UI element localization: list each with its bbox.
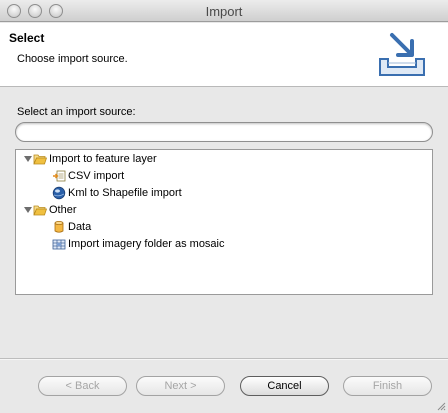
page-description: Choose import source.: [17, 53, 128, 65]
expand-triangle-icon[interactable]: [23, 205, 33, 215]
wizard-content: Select an import source: Import to featu…: [0, 88, 448, 358]
tree-item-kml-import[interactable]: Kml to Shapefile import: [52, 184, 182, 201]
tree-item-label: Import imagery folder as mosaic: [68, 237, 225, 250]
tree-item-data[interactable]: Data: [52, 218, 91, 235]
filter-input[interactable]: [15, 122, 433, 142]
database-icon: [52, 220, 66, 234]
tree-item-csv-import[interactable]: CSV import: [52, 167, 124, 184]
mosaic-grid-icon: [52, 237, 66, 251]
resize-grip-icon[interactable]: [435, 400, 446, 411]
expand-triangle-icon[interactable]: [23, 154, 33, 164]
folder-open-icon: [33, 152, 47, 166]
next-button[interactable]: Next >: [136, 376, 225, 396]
tree-group-other[interactable]: Other: [23, 201, 77, 218]
tree-item-label: Kml to Shapefile import: [68, 186, 182, 199]
tree-item-label: CSV import: [68, 169, 125, 182]
finish-button[interactable]: Finish: [343, 376, 432, 396]
wizard-header: Select Choose import source.: [0, 23, 448, 87]
import-wizard-icon: [376, 31, 428, 81]
csv-import-icon: [52, 169, 66, 183]
window-title: Import: [205, 4, 243, 19]
window-titlebar: Import: [0, 0, 448, 22]
import-source-tree[interactable]: Import to feature layer CSV import Kml t…: [15, 149, 433, 295]
tree-item-imagery-mosaic[interactable]: Import imagery folder as mosaic: [52, 235, 225, 252]
folder-open-icon: [33, 203, 47, 217]
page-title: Select: [9, 31, 45, 45]
cancel-button[interactable]: Cancel: [240, 376, 329, 396]
back-button[interactable]: < Back: [38, 376, 127, 396]
globe-icon: [52, 186, 66, 200]
import-source-label: Select an import source:: [17, 106, 136, 118]
tree-group-label: Import to feature layer: [49, 152, 157, 165]
tree-group-label: Other: [49, 203, 77, 216]
tree-item-label: Data: [68, 220, 92, 233]
button-bar-divider-highlight: [0, 359, 448, 360]
tree-group-feature-layer[interactable]: Import to feature layer: [23, 150, 157, 167]
